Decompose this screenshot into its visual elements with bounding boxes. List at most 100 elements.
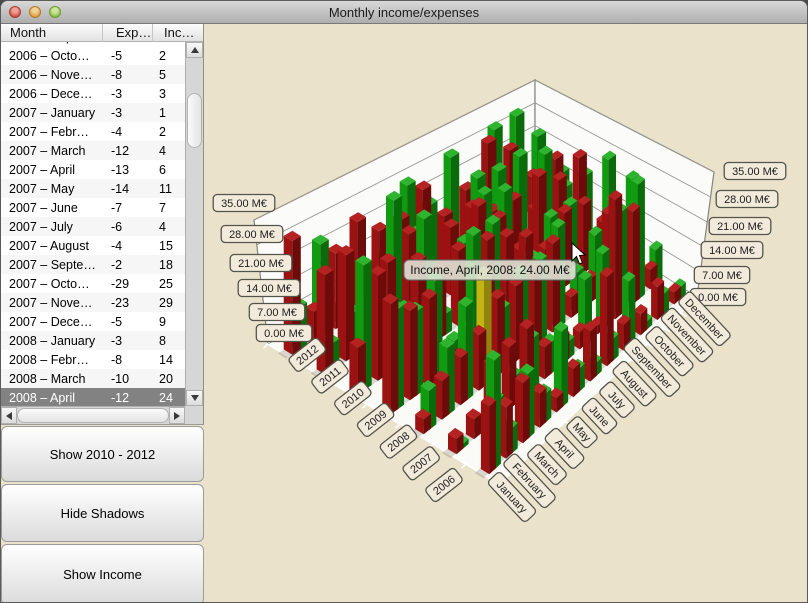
cell-month: 2007 – January bbox=[1, 106, 103, 120]
svg-text:35.00 M€: 35.00 M€ bbox=[732, 166, 778, 178]
table-row[interactable]: 2006 – Octo…-52 bbox=[1, 46, 185, 65]
svg-text:28.00 M€: 28.00 M€ bbox=[229, 229, 275, 241]
expenses-bar[interactable] bbox=[453, 347, 468, 405]
selection-tooltip: Income, April, 2008: 24.00 M€ bbox=[404, 260, 576, 280]
cell-expenses: -4 bbox=[103, 42, 153, 44]
cell-month: 2007 – March bbox=[1, 144, 103, 158]
scroll-down-button[interactable] bbox=[186, 390, 203, 406]
cell-income: 14 bbox=[153, 353, 185, 367]
svg-text:0.00 M€: 0.00 M€ bbox=[264, 328, 304, 340]
cell-month: 2006 – Dece… bbox=[1, 87, 103, 101]
table-row[interactable]: 2007 – July-64 bbox=[1, 217, 185, 236]
horizontal-scrollbar[interactable] bbox=[1, 406, 185, 424]
vertical-scroll-thumb[interactable] bbox=[187, 93, 202, 148]
table-row[interactable]: 2007 – August-415 bbox=[1, 236, 185, 255]
cell-income: 9 bbox=[153, 315, 185, 329]
chart-scene[interactable]: 0.00 M€0.00 M€7.00 M€7.00 M€14.00 M€14.0… bbox=[205, 24, 808, 603]
cell-expenses: -14 bbox=[103, 182, 153, 196]
table-row[interactable]: 2006 – Nove…-85 bbox=[1, 65, 185, 84]
cell-expenses: -13 bbox=[103, 163, 153, 177]
cell-income: 1 bbox=[153, 106, 185, 120]
hide-shadows-button[interactable]: Hide Shadows bbox=[1, 484, 204, 542]
table-row[interactable]: 2007 – Septe…-218 bbox=[1, 255, 185, 274]
expenses-bar[interactable] bbox=[382, 293, 398, 414]
table-row[interactable]: 2007 – April-136 bbox=[1, 160, 185, 179]
table-row[interactable]: 2007 – Dece…-59 bbox=[1, 312, 185, 331]
zoom-button[interactable] bbox=[49, 6, 61, 18]
cell-expenses: -4 bbox=[103, 239, 153, 253]
cell-income: 4 bbox=[153, 144, 185, 158]
expenses-bar[interactable] bbox=[481, 395, 496, 474]
down-arrow-icon bbox=[191, 395, 199, 401]
left-arrow-icon bbox=[6, 412, 12, 420]
svg-text:7.00 M€: 7.00 M€ bbox=[257, 307, 297, 319]
svg-text:35.00 M€: 35.00 M€ bbox=[221, 198, 267, 210]
expenses-bar[interactable] bbox=[634, 304, 647, 335]
expenses-bar[interactable] bbox=[402, 301, 418, 401]
expenses-bar[interactable] bbox=[583, 321, 597, 382]
header-expenses[interactable]: Exp… bbox=[103, 24, 153, 42]
table-row[interactable]: 2007 – Nove…-2329 bbox=[1, 293, 185, 312]
header-month[interactable]: Month bbox=[1, 24, 103, 42]
scrollbar-corner bbox=[185, 406, 203, 424]
cell-month: 2007 – Octo… bbox=[1, 277, 103, 291]
title-bar[interactable]: Monthly income/expenses bbox=[1, 1, 807, 24]
scroll-up-button[interactable] bbox=[186, 42, 203, 58]
vertical-scrollbar[interactable] bbox=[185, 42, 203, 406]
expenses-bar[interactable] bbox=[566, 358, 580, 397]
expenses-bar[interactable] bbox=[546, 234, 560, 333]
table-row[interactable]: 2007 – May-1411 bbox=[1, 179, 185, 198]
traffic-lights bbox=[9, 6, 61, 18]
value-axis-label-right: 28.00 M€ bbox=[716, 191, 778, 208]
table-row[interactable]: 2008 – Febr…-814 bbox=[1, 350, 185, 369]
show-years-button[interactable]: Show 2010 - 2012 bbox=[1, 426, 204, 482]
cell-month: 2007 – May bbox=[1, 182, 103, 196]
cell-income: 15 bbox=[153, 239, 185, 253]
bar-chart-3d[interactable]: 0.00 M€0.00 M€7.00 M€7.00 M€14.00 M€14.0… bbox=[205, 24, 807, 602]
app-window: Monthly income/expenses Month Exp… Inc… … bbox=[0, 0, 808, 603]
right-arrow-icon bbox=[174, 412, 180, 420]
year-axis-label: 2007 bbox=[401, 445, 440, 481]
expenses-bar[interactable] bbox=[317, 265, 334, 375]
expenses-bar[interactable] bbox=[651, 277, 664, 320]
table-row[interactable]: 2007 – Octo…-2925 bbox=[1, 274, 185, 293]
table-row[interactable]: 2007 – March-124 bbox=[1, 141, 185, 160]
cell-month: 2006 – Sept… bbox=[1, 42, 103, 44]
table-row[interactable]: 2007 – Febr…-42 bbox=[1, 122, 185, 141]
cell-income: 1 bbox=[153, 42, 185, 44]
table-row[interactable]: 2008 – March-1020 bbox=[1, 369, 185, 388]
cell-month: 2008 – April bbox=[1, 391, 103, 405]
svg-text:14.00 M€: 14.00 M€ bbox=[709, 245, 755, 257]
table-row[interactable]: 2008 – January-38 bbox=[1, 331, 185, 350]
cell-expenses: -7 bbox=[103, 201, 153, 215]
cell-income: 18 bbox=[153, 258, 185, 272]
expenses-bar[interactable] bbox=[421, 288, 437, 386]
value-axis-label-right: 7.00 M€ bbox=[694, 267, 749, 284]
cell-income: 29 bbox=[153, 296, 185, 310]
cell-income: 11 bbox=[153, 182, 185, 196]
table-row[interactable]: 2008 – April-1224 bbox=[1, 388, 185, 406]
expenses-bar[interactable] bbox=[565, 288, 579, 319]
show-income-button[interactable]: Show Income bbox=[1, 544, 204, 603]
value-axis-label-left: 28.00 M€ bbox=[221, 226, 283, 243]
scroll-left-button[interactable] bbox=[1, 407, 17, 424]
cell-expenses: -12 bbox=[103, 391, 153, 405]
expenses-bar[interactable] bbox=[537, 337, 552, 379]
cell-month: 2007 – Dece… bbox=[1, 315, 103, 329]
minimize-button[interactable] bbox=[29, 6, 41, 18]
scroll-right-button[interactable] bbox=[169, 407, 185, 424]
svg-text:28.00 M€: 28.00 M€ bbox=[724, 194, 770, 206]
cell-income: 24 bbox=[153, 391, 185, 405]
expenses-bar[interactable] bbox=[600, 267, 614, 366]
value-axis-label-right: 35.00 M€ bbox=[724, 163, 786, 180]
cell-expenses: -29 bbox=[103, 277, 153, 291]
expenses-bar[interactable] bbox=[466, 408, 481, 439]
table-row[interactable]: 2006 – Dece…-33 bbox=[1, 84, 185, 103]
cell-expenses: -12 bbox=[103, 144, 153, 158]
table-row[interactable]: 2007 – January-31 bbox=[1, 103, 185, 122]
close-button[interactable] bbox=[9, 6, 21, 18]
horizontal-scroll-thumb[interactable] bbox=[17, 408, 169, 423]
header-income[interactable]: Inc… bbox=[153, 24, 203, 42]
table-row[interactable]: 2007 – June-77 bbox=[1, 198, 185, 217]
value-axis-label-left: 0.00 M€ bbox=[256, 325, 311, 342]
